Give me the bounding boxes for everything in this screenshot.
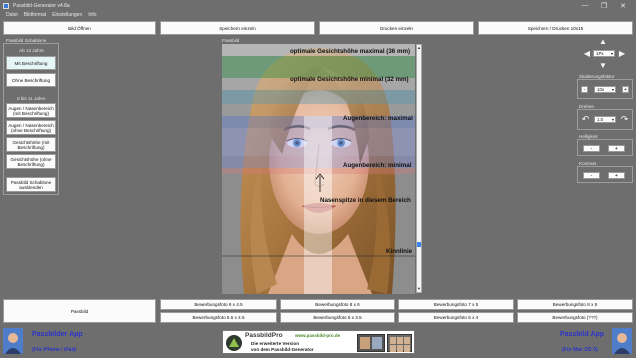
chevron-down-icon: ▾ (611, 117, 614, 122)
format-5x3.5-button[interactable]: Bewerbungsfoto 5 x 3.5 (280, 312, 395, 323)
rotate-step-select[interactable]: 1.0 ▾ (594, 116, 616, 123)
chevron-down-icon: ▾ (611, 87, 614, 92)
format-6x4.5-button[interactable]: Bewerbungsfoto 6 x 4.5 (160, 299, 277, 310)
iphone-app-subtitle: (Für iPhone / iPad) (32, 347, 77, 353)
passbildpro-banner[interactable]: PassbildPro www.passbild-pro.de Die erwe… (222, 330, 415, 354)
move-down-arrow-icon[interactable]: ▼ (599, 62, 607, 70)
face-height-with-labels-button[interactable]: Gesichtshöhe (mit Beschriftung) (6, 137, 56, 152)
title-bar: Passbild-Generator v4.8a (0, 0, 636, 11)
photo-vertical-scrollbar[interactable]: ▲ ▼ (416, 44, 422, 293)
minimize-button[interactable]: — (576, 0, 594, 11)
banner-line1: Die erweiterte Version (251, 341, 300, 346)
without-labels-button[interactable]: Ohne Beschriftung (6, 73, 56, 87)
passbild-format-button[interactable]: Passbild (3, 299, 156, 323)
scroll-up-arrow-icon[interactable]: ▲ (417, 45, 421, 50)
menu-bar: Datei Bildformat Einstellungen Info (0, 11, 636, 19)
brightness-minus-button[interactable]: - (583, 145, 600, 152)
move-step-value: 1Px (596, 51, 604, 56)
menu-info[interactable]: Info (88, 12, 96, 18)
banner-url[interactable]: www.passbild-pro.de (295, 333, 340, 338)
overlay-chin-line: Kinnlinie (386, 248, 413, 255)
mac-app-title[interactable]: Passbild App (560, 331, 604, 338)
banner-brand: PassbildPro (245, 332, 283, 339)
maximize-button[interactable]: ❐ (595, 0, 613, 11)
rotate-left-icon[interactable]: ↶ (581, 115, 590, 124)
scroll-thumb[interactable] (417, 242, 421, 247)
overlay-min-face-height: optimale Gesichtshöhe minimal (32 mm) (290, 76, 409, 83)
close-button[interactable]: ✕ (614, 0, 632, 11)
format-custom-button[interactable]: Bewerbungsfoto (???) (517, 312, 633, 323)
age-0-11-label: 0 bis 11 Jahre (17, 96, 46, 101)
save-single-button[interactable]: Speichern einzeln (160, 21, 315, 35)
scroll-down-arrow-icon[interactable]: ▼ (417, 286, 421, 291)
open-image-button[interactable]: Bild Öffnen (3, 21, 156, 35)
scale-plus-button[interactable]: + (622, 86, 629, 93)
with-labels-button[interactable]: Mit Beschriftung (6, 56, 56, 70)
move-left-arrow-icon[interactable]: ◀ (583, 50, 591, 58)
overlay-eye-area-max: Augenbereich: maximal (343, 115, 413, 122)
age-12-label: Ab 12 Jahre (19, 48, 44, 53)
eye-nose-without-labels-button[interactable]: Augen / Nasenbereich (ohne Beschriftung) (6, 120, 56, 135)
overlay-eye-area-min: Augenbereich: minimal (343, 162, 412, 169)
chevron-down-icon: ▾ (610, 51, 613, 56)
print-single-button[interactable]: Drucken einzeln (319, 21, 474, 35)
iphone-app-title[interactable]: Passbilder App (32, 331, 83, 338)
overlay-max-face-height: optimale Gesichtshöhe maximal (36 mm) (290, 48, 411, 55)
banner-photos-thumb (387, 334, 412, 352)
format-8x6-button[interactable]: Bewerbungsfoto 8 x 6 (280, 299, 395, 310)
move-step-select[interactable]: 1Px ▾ (593, 50, 615, 57)
face-height-without-labels-button[interactable]: Gesichtshöhe (ohne Beschriftung) (6, 154, 56, 169)
format-8x5-button[interactable]: Bewerbungsfoto 8 x 5 (517, 299, 633, 310)
hide-template-button[interactable]: Passbild Schablone ausblenden (6, 177, 56, 192)
window-title: Passbild-Generator v4.8a (13, 2, 70, 9)
rotate-value: 1.0 (597, 117, 604, 122)
overlay-nose-area: Nasenspitze in diesem Bereich (320, 197, 411, 204)
banner-line2: von dem Passbild-Generator (251, 347, 314, 352)
iphone-app-avatar[interactable] (3, 328, 23, 354)
move-up-arrow-icon[interactable]: ▲ (599, 38, 607, 46)
scale-minus-button[interactable]: - (581, 86, 588, 93)
format-6.5x4.5-button[interactable]: Bewerbungsfoto 6.5 x 4.5 (160, 312, 277, 323)
mac-app-avatar[interactable] (612, 328, 632, 354)
rotate-right-icon[interactable]: ↷ (620, 115, 629, 124)
mac-app-subtitle: (Für Mac OS X) (562, 347, 598, 353)
scaling-select[interactable]: 10x ▾ (594, 86, 616, 93)
banner-screenshot-thumb (357, 334, 385, 352)
photo-label: Passbild (222, 38, 240, 43)
format-5x4-button[interactable]: Bewerbungsfoto 5 x 4 (398, 312, 514, 323)
menu-bildformat[interactable]: Bildformat (24, 12, 47, 18)
save-print-10x15-button[interactable]: Speichern / Drucken 10x15 (478, 21, 633, 35)
brightness-plus-button[interactable]: + (608, 145, 625, 152)
move-right-arrow-icon[interactable]: ▶ (618, 50, 626, 58)
format-7x5-button[interactable]: Bewerbungsfoto 7 x 5 (398, 299, 514, 310)
menu-einstellungen[interactable]: Einstellungen (52, 12, 82, 18)
passport-photo-canvas[interactable]: optimale Gesichtshöhe maximal (36 mm) op… (222, 44, 415, 294)
contrast-plus-button[interactable]: + (608, 172, 625, 179)
passbildpro-logo-icon (225, 334, 243, 352)
contrast-minus-button[interactable]: - (583, 172, 600, 179)
menu-datei[interactable]: Datei (6, 12, 18, 18)
eye-nose-with-labels-button[interactable]: Augen / Nasenbereich (mit Beschriftung) (6, 103, 56, 118)
app-icon (3, 2, 9, 9)
scaling-value: 10x (597, 87, 605, 92)
